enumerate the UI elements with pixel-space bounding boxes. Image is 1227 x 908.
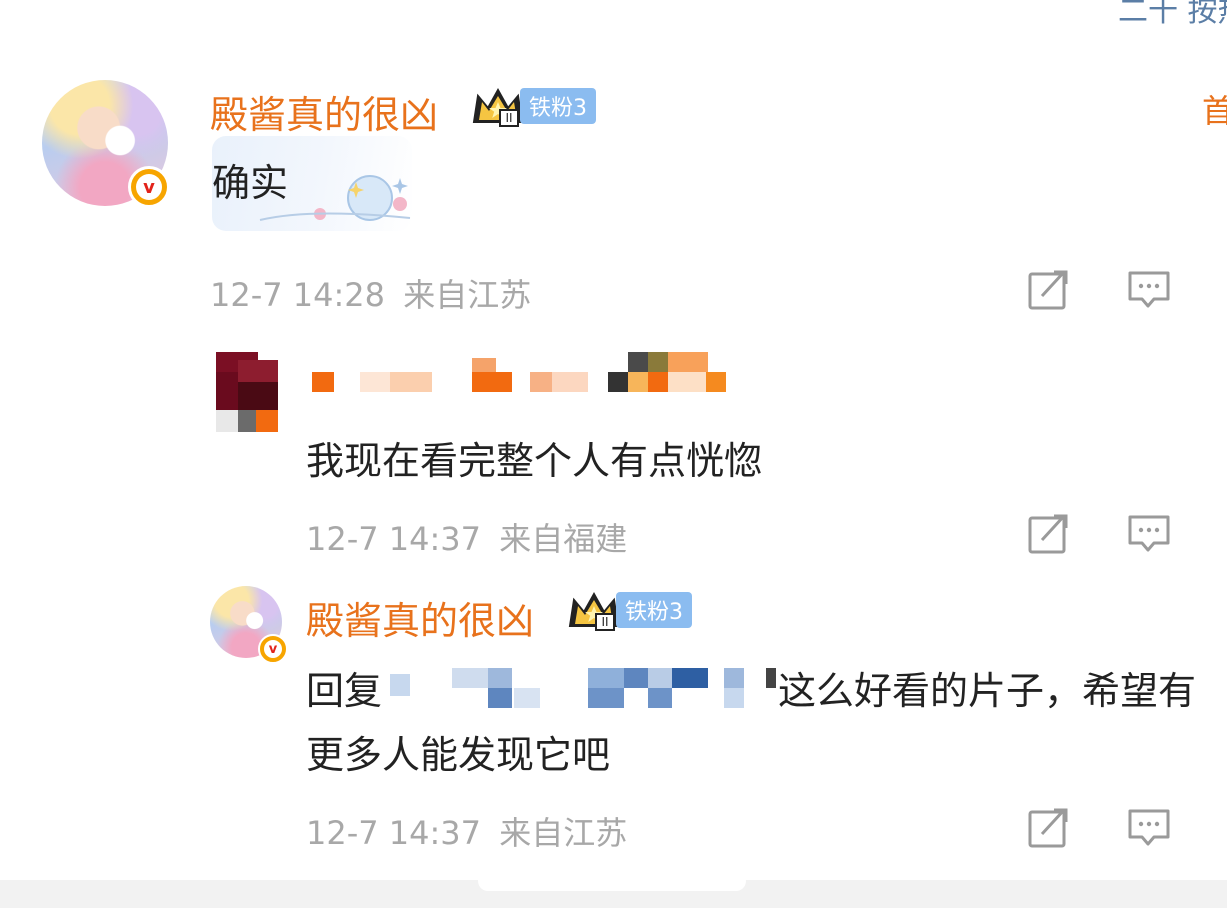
avatar-pixelated[interactable] <box>216 352 280 434</box>
username-pixelated[interactable] <box>312 352 732 394</box>
comment-text-line1: 回复 <box>306 660 382 715</box>
timestamp: 12-7 14:28 <box>210 276 386 314</box>
verified-v-icon: v <box>258 634 288 664</box>
comment-meta: 12-7 14:37 来自江苏 <box>306 808 627 854</box>
comment-text-continuation: 这么好看的片子，希望有 <box>778 669 1197 713</box>
location: 来自江苏 <box>499 814 628 852</box>
comment-icon[interactable] <box>1126 268 1172 312</box>
comment-meta: 12-7 14:28 来自江苏 <box>210 270 531 316</box>
location: 来自江苏 <box>403 276 532 314</box>
sort-label: 二十 按热 <box>1118 0 1227 29</box>
fan-badge: 铁粉3 <box>616 592 692 628</box>
fan-badge: 铁粉3 <box>520 88 596 124</box>
home-indicator[interactable] <box>478 871 746 891</box>
location: 来自福建 <box>499 520 628 558</box>
mention-pixelated[interactable] <box>384 662 780 708</box>
side-label: 首 <box>1202 92 1227 130</box>
timestamp: 12-7 14:37 <box>306 814 482 852</box>
comment-text-line2: 更多人能发现它吧 <box>306 733 611 777</box>
comment-icon[interactable] <box>1126 806 1172 850</box>
share-icon[interactable] <box>1026 806 1070 850</box>
sort-toggle[interactable]: 二十 按热 <box>1118 0 1227 30</box>
comment-meta: 12-7 14:37 来自福建 <box>306 514 627 560</box>
crown-icon: II <box>568 591 620 631</box>
svg-text:II: II <box>505 111 512 125</box>
share-icon[interactable] <box>1026 268 1070 312</box>
timestamp: 12-7 14:37 <box>306 520 482 558</box>
verified-v-icon: v <box>128 166 170 208</box>
crown-icon: II <box>472 87 524 127</box>
comment-text: 我现在看完整个人有点恍惚 <box>306 439 763 483</box>
share-icon[interactable] <box>1026 512 1070 556</box>
svg-text:II: II <box>601 615 608 629</box>
comment-icon[interactable] <box>1126 512 1172 556</box>
username[interactable]: 殿酱真的很凶 <box>306 590 534 645</box>
comment-text: 确实 <box>212 161 289 205</box>
reply-prefix: 回复 <box>306 669 383 713</box>
username[interactable]: 殿酱真的很凶 <box>210 84 438 139</box>
